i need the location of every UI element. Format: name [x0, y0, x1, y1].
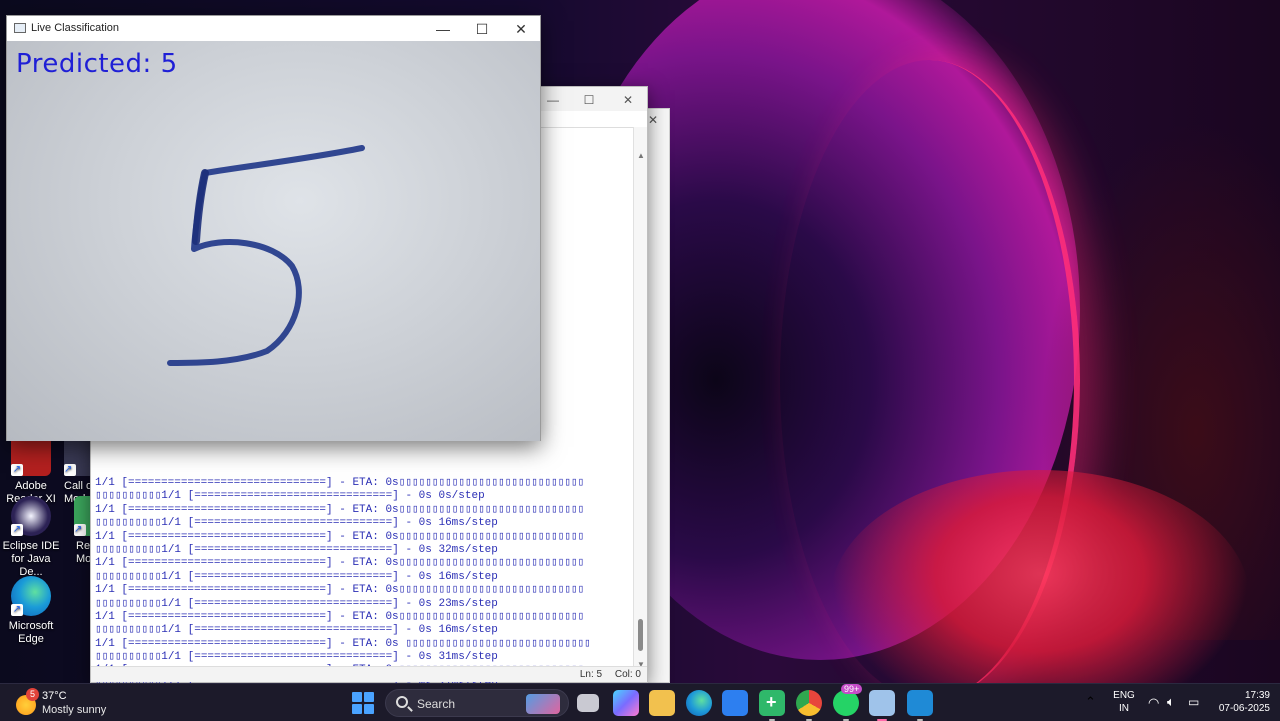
language-indicator[interactable]: ENG IN: [1112, 689, 1136, 715]
handwritten-digit-image: [167, 145, 365, 366]
language-code: ENG: [1113, 690, 1135, 701]
live-window-titlebar[interactable]: Live Classification — ☐ ✕: [7, 16, 540, 41]
console-line: ▯▯▯▯▯▯▯▯▯▯1/1 [=========================…: [95, 597, 498, 610]
desktop-icon-label: Microsoft Edge: [8, 620, 54, 645]
weather-widget[interactable]: 5 37°C Mostly sunny: [14, 688, 124, 718]
app-window-icon: [14, 23, 26, 33]
weather-badge: 5: [26, 688, 39, 701]
clock-date: 07-06-2025: [1218, 703, 1270, 714]
taskbar-search[interactable]: Search: [385, 689, 569, 717]
search-highlight-icon: [526, 694, 560, 714]
wifi-icon[interactable]: ◠: [1148, 695, 1159, 711]
file-explorer-icon[interactable]: [649, 690, 675, 716]
column-indicator: Col: 0: [614, 669, 641, 680]
battery-icon[interactable]: ▭: [1188, 695, 1199, 709]
console-line: 1/1 [==============================] - E…: [95, 610, 585, 623]
weather-condition: Mostly sunny: [42, 704, 107, 716]
console-line: 1/1 [==============================] - E…: [95, 584, 585, 597]
console-line: 1/1 [==============================] - E…: [95, 477, 585, 489]
scrollbar-thumb[interactable]: [638, 619, 643, 651]
console-output: 1/1 [==============================] - E…: [95, 477, 625, 691]
vertical-scrollbar[interactable]: ▲ ▼: [633, 127, 647, 669]
search-icon: [396, 696, 408, 708]
console-line: ▯▯▯▯▯▯▯▯▯▯1/1 [=========================…: [95, 517, 498, 530]
minimize-button[interactable]: —: [428, 19, 458, 39]
eclipse-icon: ↗: [11, 496, 51, 536]
console-line: 1/1 [==============================] - E…: [95, 503, 585, 516]
console-line: 1/1 [==============================] - E…: [95, 530, 585, 543]
app-plus-icon[interactable]: +: [759, 690, 785, 721]
search-label: Search: [417, 697, 456, 711]
windows-logo-icon: [352, 692, 362, 702]
microsoft-store-icon[interactable]: [722, 690, 748, 716]
clock-time: 17:39: [1244, 690, 1270, 701]
edge-icon: ↗: [11, 576, 51, 616]
console-line: ▯▯▯▯▯▯▯▯▯▯1/1 [=========================…: [95, 570, 498, 583]
console-line: ▯▯▯▯▯▯▯▯▯▯1/1 [=========================…: [95, 490, 485, 503]
copilot-icon[interactable]: [613, 690, 639, 716]
region-code: IN: [1119, 703, 1129, 714]
show-hidden-icons-chevron-icon[interactable]: ⌃: [1085, 694, 1096, 710]
task-view-icon[interactable]: [577, 694, 599, 712]
console-line: ▯▯▯▯▯▯▯▯▯▯1/1 [=========================…: [95, 624, 498, 637]
vscode-icon[interactable]: [907, 690, 933, 721]
clock[interactable]: 17:39 07-06-2025: [1212, 689, 1270, 715]
adobe-reader-icon: ↗: [11, 436, 51, 476]
edge-icon[interactable]: [686, 690, 712, 716]
console-line: ▯▯▯▯▯▯▯▯▯▯1/1 [=========================…: [95, 543, 498, 556]
minimize-button[interactable]: —: [539, 91, 567, 109]
start-button[interactable]: [352, 692, 374, 714]
volume-icon[interactable]: 🔈︎: [1167, 694, 1175, 710]
chrome-icon[interactable]: [796, 690, 822, 721]
maximize-button[interactable]: ☐: [575, 91, 603, 109]
window-title: Live Classification: [31, 22, 120, 34]
maximize-button[interactable]: ☐: [467, 19, 497, 39]
console-statusbar: Ln: 5 Col: 0: [91, 666, 647, 682]
console-line: 1/1 [==============================] - E…: [95, 557, 585, 570]
predicted-label: Predicted: 5: [16, 49, 178, 79]
camera-feed: Predicted: 5: [7, 41, 540, 441]
notepad-icon[interactable]: [869, 690, 895, 721]
desktop-icon-edge[interactable]: ↗ Microsoft Edge: [0, 576, 62, 646]
desktop-icon-eclipse[interactable]: ↗ Eclipse IDE for Java De...: [0, 496, 62, 579]
desktop-icon-label: Eclipse IDE for Java De...: [2, 540, 60, 578]
whatsapp-icon[interactable]: 99+: [833, 684, 863, 721]
taskbar: 5 37°C Mostly sunny Search + 99+ ⌃ ENG I…: [0, 683, 1280, 721]
close-icon[interactable]: ✕: [648, 113, 658, 127]
live-classification-window[interactable]: Live Classification — ☐ ✕ Predicted: 5: [6, 15, 541, 441]
console-line: ▯▯▯▯▯▯▯▯▯▯1/1 [=========================…: [95, 651, 498, 664]
close-button[interactable]: ✕: [614, 91, 642, 109]
notification-badge: 99+: [841, 684, 863, 694]
console-line: 1/1 [==============================] - E…: [95, 637, 591, 650]
scroll-up-icon[interactable]: ▲: [637, 151, 645, 160]
line-indicator: Ln: 5: [579, 669, 603, 680]
weather-temperature: 37°C: [42, 690, 67, 702]
close-button[interactable]: ✕: [506, 19, 536, 39]
